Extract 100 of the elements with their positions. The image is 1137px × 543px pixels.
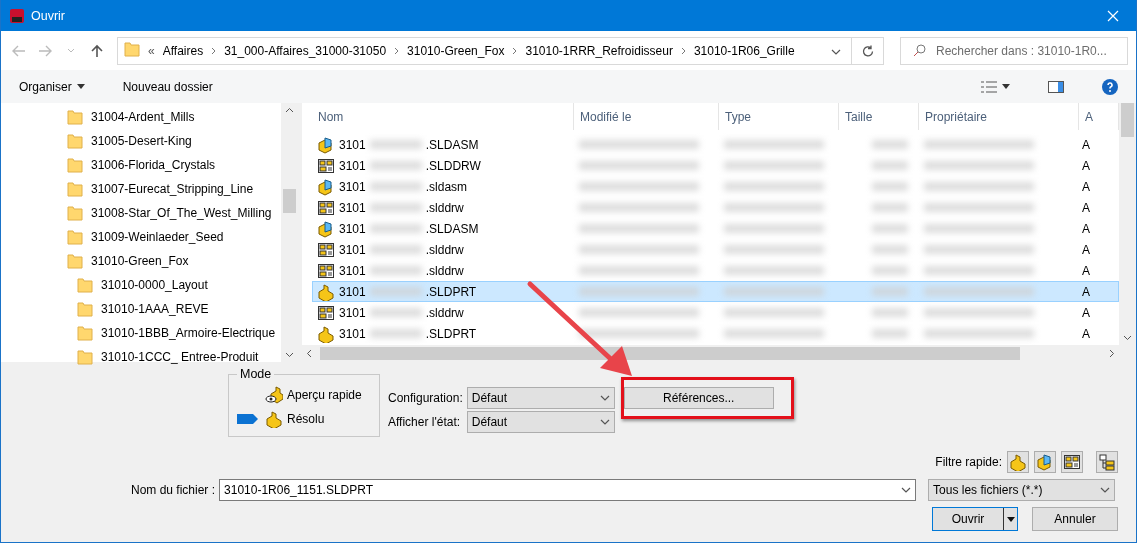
- redacted-text: [369, 161, 422, 170]
- file-name-start: 3101: [339, 179, 366, 194]
- tree-item[interactable]: 31008-Star_Of_The_West_Milling: [1, 201, 281, 225]
- tree-item-label: 31004-Ardent_Mills: [91, 110, 195, 124]
- file-row[interactable]: 3101 .slddrw A: [312, 197, 1119, 218]
- chevron-down-icon: [599, 419, 610, 425]
- table-cell: A: [1082, 326, 1090, 341]
- file-row[interactable]: 3101 .SLDPRT A: [312, 323, 1119, 344]
- details-view-icon: [981, 80, 997, 93]
- breadcrumb[interactable]: 31010-1RRR_Refroidisseur: [525, 43, 673, 58]
- column-header[interactable]: Taille: [839, 103, 919, 130]
- tree-item-label: 31010-0000_Layout: [101, 278, 208, 292]
- breadcrumb[interactable]: 31010-Green_Fox: [407, 43, 505, 58]
- file-name-start: 3101: [339, 137, 366, 152]
- table-cell: A: [1082, 158, 1090, 173]
- tree-item-label: 31006-Florida_Crystals: [91, 158, 216, 172]
- chevron-down-icon: [901, 487, 912, 493]
- configuration-select[interactable]: Défaut: [466, 387, 615, 409]
- file-extension: .sldasm: [425, 179, 468, 194]
- file-row[interactable]: 3101 .SLDPRT A: [312, 281, 1119, 302]
- address-bar[interactable]: « Affaires 31_000-Affaires_31000-31050 31010-Green_Fox 31010-1RRR_Refroidisseur 31010-1R06_Grille: [117, 36, 884, 65]
- horizontal-scrollbar[interactable]: [302, 345, 1136, 362]
- redacted-text: [369, 308, 422, 317]
- table-cell: A: [1082, 137, 1090, 152]
- file-row[interactable]: 3101 .slddrw A: [312, 260, 1119, 281]
- tree-item-label: 31009-Weinlaeder_Seed: [91, 230, 224, 244]
- file-row[interactable]: 3101 .slddrw A: [312, 302, 1119, 323]
- folder-icon: [67, 109, 83, 125]
- tree-item[interactable]: 31010-1AAA_REVE: [1, 297, 281, 321]
- cancel-button[interactable]: Annuler: [1032, 507, 1118, 531]
- column-header[interactable]: Propriétaire: [919, 103, 1079, 130]
- refresh-icon: [861, 44, 874, 57]
- folder-icon: [67, 229, 83, 245]
- scrollbar[interactable]: [1119, 103, 1136, 345]
- column-header[interactable]: Nom: [302, 103, 574, 130]
- file-row[interactable]: 3101 .SLDASM A: [312, 134, 1119, 155]
- tree-item[interactable]: 31010-Green_Fox: [1, 249, 281, 273]
- file-row[interactable]: 3101 .slddrw A: [312, 239, 1119, 260]
- drawing-icon: [317, 240, 335, 259]
- mode-option[interactable]: Résolu: [265, 409, 325, 429]
- tree-item[interactable]: 31005-Desert-King: [1, 129, 281, 153]
- assembly-icon: [317, 177, 335, 196]
- column-header[interactable]: Type: [719, 103, 839, 130]
- tree-item[interactable]: 31006-Florida_Crystals: [1, 153, 281, 177]
- tree-item[interactable]: 31009-Weinlaeder_Seed: [1, 225, 281, 249]
- assembly-icon: [317, 219, 335, 238]
- file-row[interactable]: 3101 .sldasm A: [312, 176, 1119, 197]
- close-icon: [1107, 9, 1119, 22]
- scrollbar-thumb[interactable]: [1121, 103, 1134, 137]
- organize-menu[interactable]: Organiser: [11, 77, 93, 96]
- configuration-label: Configuration:: [388, 391, 463, 405]
- breadcrumb[interactable]: Affaires: [162, 43, 204, 58]
- filter-button[interactable]: [1096, 451, 1118, 473]
- folder-icon: [77, 301, 93, 317]
- drawing-icon: [317, 303, 335, 322]
- tree-item[interactable]: 31010-1CCC_ Entree-Produit: [1, 345, 281, 369]
- scrollbar-thumb[interactable]: [283, 189, 296, 213]
- file-row[interactable]: 3101 .SLDDRW A: [312, 155, 1119, 176]
- chevron-right-icon: [394, 46, 400, 55]
- tree-item[interactable]: 31004-Ardent_Mills: [1, 105, 281, 129]
- redacted-text: [872, 287, 908, 296]
- file-extension: .SLDDRW: [425, 158, 481, 173]
- tree-item[interactable]: 31010-0000_Layout: [1, 273, 281, 297]
- breadcrumb[interactable]: 31_000-Affaires_31000-31050: [224, 43, 387, 58]
- column-header[interactable]: Modifié le: [574, 103, 719, 130]
- mode-option[interactable]: Aperçu rapide: [265, 385, 362, 405]
- breadcrumb[interactable]: 31010-1R06_Grille: [693, 43, 795, 58]
- references-button[interactable]: Références...: [623, 387, 774, 409]
- tree-item[interactable]: 31007-Eurecat_Stripping_Line: [1, 177, 281, 201]
- file-name-start: 3101: [339, 221, 366, 236]
- open-button[interactable]: Ouvrir: [932, 507, 1018, 531]
- assembly-icon: [1036, 453, 1054, 471]
- redacted-text: [369, 287, 422, 296]
- up-arrow-icon: [91, 43, 103, 58]
- file-extension: .SLDPRT: [425, 284, 477, 299]
- table-cell: A: [1082, 284, 1090, 299]
- folder-icon: [67, 253, 83, 269]
- folder-icon: [77, 277, 93, 293]
- file-extension: .slddrw: [425, 305, 464, 320]
- filter-button[interactable]: [1061, 451, 1083, 473]
- file-name-field[interactable]: 31010-1R06_1151.SLDPRT: [219, 479, 917, 501]
- redacted-text: [369, 266, 422, 275]
- file-name-start: 3101: [339, 263, 366, 278]
- search-field[interactable]: Rechercher dans : 31010-1R0...: [900, 36, 1128, 65]
- file-extension: .slddrw: [425, 242, 464, 257]
- tree-item-label: 31007-Eurecat_Stripping_Line: [91, 182, 254, 196]
- folder-icon: [77, 325, 93, 341]
- display-state-select[interactable]: Défaut: [466, 411, 615, 433]
- overflow-chevron[interactable]: «: [148, 43, 155, 58]
- file-row[interactable]: 3101 .SLDASM A: [312, 218, 1119, 239]
- part-icon: [1009, 453, 1027, 471]
- scrollbar-thumb[interactable]: [320, 347, 1020, 360]
- new-folder-button[interactable]: Nouveau dossier: [114, 77, 221, 96]
- file-type-select[interactable]: Tous les fichiers (*.*): [928, 479, 1116, 501]
- tree-item[interactable]: 31010-1BBB_Armoire-Electrique: [1, 321, 281, 345]
- search-icon: [913, 44, 926, 57]
- redacted-text: [872, 329, 908, 338]
- file-name-start: 3101: [339, 326, 366, 341]
- back-icon: [12, 44, 26, 57]
- tree-item-label: 31010-1CCC_ Entree-Produit: [101, 350, 259, 364]
